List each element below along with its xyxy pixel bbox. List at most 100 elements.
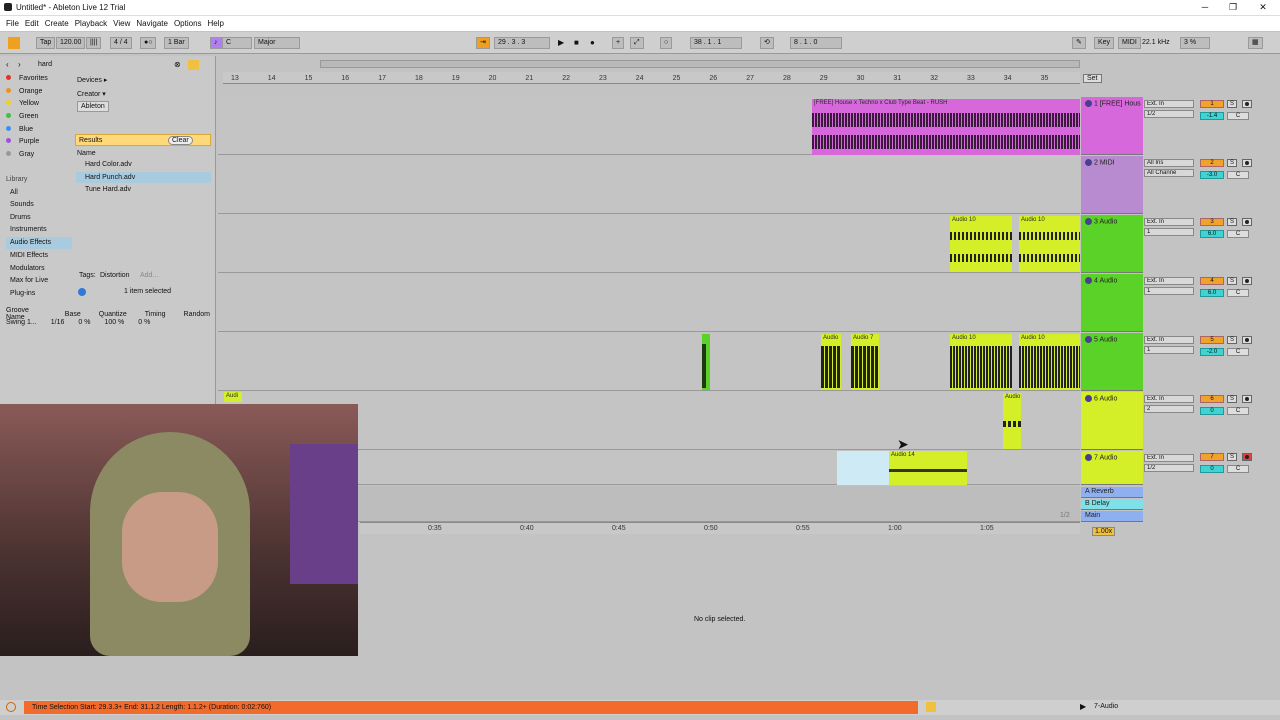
track-io-1[interactable]: Ext. In 1/2 — [1144, 98, 1194, 118]
key-map-button[interactable]: Key — [1094, 37, 1115, 49]
input-type-select[interactable]: Ext. In — [1144, 277, 1194, 285]
track-activator[interactable]: 5 — [1200, 336, 1224, 344]
return-track-a[interactable]: A Reverb — [1081, 487, 1143, 498]
track-header-5[interactable]: 5 Audio — [1081, 333, 1143, 391]
file-item[interactable]: Hard Color.adv — [85, 161, 132, 168]
track-io-6[interactable]: Ext. In 2 — [1144, 393, 1194, 413]
metronome-icon[interactable]: ●○ — [140, 37, 157, 49]
collection-orange[interactable]: Orange — [6, 88, 42, 95]
solo-button[interactable]: S — [1227, 100, 1237, 108]
input-type-select[interactable]: All Ins — [1144, 159, 1194, 167]
scale-mode-icon[interactable]: ♪ — [210, 37, 222, 49]
track-activator[interactable]: 2 — [1200, 159, 1224, 167]
volume-field[interactable]: -2.0 — [1200, 348, 1224, 356]
back-icon[interactable]: ‹ — [6, 60, 9, 69]
beat-ruler[interactable]: 13 14 15 16 17 18 19 20 21 22 23 24 25 26 27 28 29 30 31 32… — [223, 72, 1080, 84]
track-activator[interactable]: 6 — [1200, 395, 1224, 403]
warning-icon[interactable] — [926, 702, 936, 712]
clear-results-button[interactable]: Clear — [168, 136, 193, 145]
audio-clip[interactable]: Audio 10 — [1019, 216, 1080, 272]
nudge-icon[interactable]: |||| — [86, 37, 102, 49]
overview-icon[interactable]: ▦ — [1248, 37, 1263, 49]
track-header-3[interactable]: 3 Audio — [1081, 215, 1143, 273]
audio-clip[interactable]: Audi — [224, 392, 242, 402]
collection-gray[interactable]: Gray — [6, 151, 34, 158]
pan-field[interactable]: C — [1227, 171, 1249, 179]
solo-button[interactable]: S — [1227, 336, 1237, 344]
pan-field[interactable]: C — [1227, 465, 1249, 473]
record-button[interactable]: ● — [590, 37, 595, 49]
library-modulators[interactable]: Modulators — [10, 265, 45, 272]
track-header-4[interactable]: 4 Audio — [1081, 274, 1143, 332]
audio-clip[interactable]: Audio 10 — [950, 216, 1012, 272]
volume-field[interactable]: -1.4 — [1200, 112, 1224, 120]
creator-filter[interactable]: Creator ▾ — [77, 90, 106, 98]
track-lane-2[interactable] — [218, 156, 1080, 214]
filter-icon[interactable] — [188, 60, 199, 70]
minimize-button[interactable]: ─ — [1196, 2, 1214, 12]
tempo-field[interactable]: 120.00 — [56, 37, 86, 49]
input-type-select[interactable]: Ext. In — [1144, 336, 1194, 344]
input-channel-select[interactable]: All Channe — [1144, 169, 1194, 177]
solo-button[interactable]: S — [1227, 395, 1237, 403]
collection-green[interactable]: Green — [6, 113, 38, 120]
play-button[interactable]: ▶ — [558, 37, 564, 49]
overview-strip[interactable] — [320, 60, 1080, 68]
automation-arm-icon[interactable]: ⤢ — [630, 37, 644, 49]
arm-button[interactable] — [1242, 277, 1252, 285]
library-drums[interactable]: Drums — [10, 214, 31, 221]
track-fold-icon[interactable] — [1085, 100, 1092, 107]
solo-button[interactable]: S — [1227, 159, 1237, 167]
track-header-1[interactable]: 1 [FREE] Hous — [1081, 97, 1143, 155]
midi-map-button[interactable]: MIDI — [1118, 37, 1141, 49]
devices-filter[interactable]: Devices ▸ — [77, 76, 107, 84]
groove-row[interactable]: Swing 1... 1/16 0 % 100 % 0 % — [6, 319, 210, 326]
library-sounds[interactable]: Sounds — [10, 201, 34, 208]
menu-file[interactable]: File — [6, 16, 19, 31]
menu-options[interactable]: Options — [174, 16, 202, 31]
track-fold-icon[interactable] — [1085, 159, 1092, 166]
volume-field[interactable]: 6.0 — [1200, 230, 1224, 238]
overdub-icon[interactable]: + — [612, 37, 625, 49]
input-type-select[interactable]: Ext. In — [1144, 100, 1194, 108]
song-position-field[interactable]: 29 . 3 . 3 — [494, 37, 550, 49]
track-fold-icon[interactable] — [1085, 218, 1092, 225]
audio-clip[interactable]: Audio — [1003, 393, 1021, 449]
track-fold-icon[interactable] — [1085, 277, 1092, 284]
follow-icon[interactable]: ⇥ — [476, 37, 490, 49]
input-channel-select[interactable]: 1/2 — [1144, 110, 1194, 118]
library-midi-effects[interactable]: MIDI Effects — [10, 252, 48, 259]
loop-start-field[interactable]: 38 . 1 . 1 — [690, 37, 742, 49]
draw-mode-icon[interactable]: ✎ — [1072, 37, 1086, 49]
volume-field[interactable]: 0 — [1200, 407, 1224, 415]
track-io-5[interactable]: Ext. In 1 — [1144, 334, 1194, 354]
track-header-6[interactable]: 6 Audio — [1081, 392, 1143, 450]
menu-view[interactable]: View — [113, 16, 130, 31]
collection-favorites[interactable]: Favorites — [6, 75, 48, 82]
volume-field[interactable]: 0 — [1200, 465, 1224, 473]
forward-icon[interactable]: › — [18, 60, 21, 69]
main-track[interactable]: Main — [1081, 511, 1143, 522]
track-io-4[interactable]: Ext. In 1 — [1144, 275, 1194, 295]
track-header-2[interactable]: 2 MIDI — [1081, 156, 1143, 214]
clear-search-icon[interactable]: ⊗ — [174, 60, 181, 69]
track-fold-icon[interactable] — [1085, 336, 1092, 343]
audio-clip[interactable]: Audio — [821, 334, 841, 390]
track-fold-icon[interactable] — [1085, 454, 1092, 461]
time-selection[interactable] — [837, 451, 889, 485]
audio-clip[interactable]: Audio 10 — [950, 334, 1012, 390]
library-max-for-live[interactable]: Max for Live — [10, 277, 48, 284]
input-type-select[interactable]: Ext. In — [1144, 218, 1194, 226]
collection-purple[interactable]: Purple — [6, 138, 39, 145]
track-header-7[interactable]: 7 Audio — [1081, 451, 1143, 485]
solo-button[interactable]: S — [1227, 218, 1237, 226]
track-activator[interactable]: 1 — [1200, 100, 1224, 108]
file-item[interactable]: Tune Hard.adv — [85, 186, 131, 193]
input-channel-select[interactable]: 1 — [1144, 346, 1194, 354]
arm-button[interactable] — [1242, 336, 1252, 344]
tap-button[interactable]: Tap — [36, 37, 56, 49]
menu-navigate[interactable]: Navigate — [136, 16, 168, 31]
arm-button[interactable] — [1242, 159, 1252, 167]
file-item-selected[interactable]: Hard Punch.adv — [76, 172, 211, 183]
tag-distortion[interactable]: Distortion — [100, 272, 130, 279]
